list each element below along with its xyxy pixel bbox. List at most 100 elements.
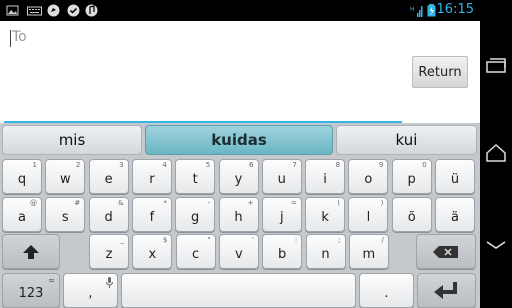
battery-icon (427, 4, 436, 17)
key-hint: 2 (75, 161, 81, 169)
back-icon[interactable] (484, 233, 508, 257)
suggestion-3[interactable]: kui (336, 125, 477, 155)
key-p[interactable]: p0 (391, 159, 432, 194)
key-label: y (234, 172, 243, 187)
suggestion-1[interactable]: mis (2, 125, 142, 155)
key-hint: ) (380, 199, 384, 207)
key-d[interactable]: d & (88, 197, 129, 232)
key-hint: 8 (335, 161, 341, 169)
key-hint: & (118, 199, 124, 207)
clock: 16:15 (436, 2, 474, 17)
key-v[interactable]: v ' (218, 234, 259, 269)
key-label: x (148, 247, 157, 262)
suggestion-2[interactable]: kuidas (145, 125, 333, 155)
key-j[interactable]: j = (261, 197, 302, 232)
key-hint: 0 (422, 161, 427, 169)
key-q[interactable]: q1 (2, 159, 42, 194)
text-cursor (10, 30, 11, 47)
key-m[interactable]: m / (348, 234, 389, 269)
key-ü[interactable]: ü (435, 159, 475, 194)
keyboard-icon (27, 6, 42, 16)
to-field[interactable]: To (4, 27, 402, 123)
message-composer: To Return (0, 21, 480, 123)
image-icon (6, 5, 19, 16)
key-o[interactable]: o9 (348, 159, 389, 194)
period-key-label: . (384, 286, 389, 301)
key-hint: ' (251, 236, 254, 244)
key-a[interactable]: a @ (2, 197, 42, 232)
key-i[interactable]: i8 (305, 159, 346, 194)
svg-text:H: H (410, 6, 415, 13)
key-õ[interactable]: õ (391, 197, 432, 232)
key-hint: @ (30, 199, 37, 207)
space-key[interactable] (121, 273, 356, 308)
home-icon[interactable] (484, 141, 508, 165)
key-hint: : (294, 236, 298, 244)
enter-arrow-icon (433, 281, 457, 299)
chat-icon (67, 4, 80, 17)
soft-keyboard: mis kuidas kui q1w2e3r4t5y6u7i8o9p0ü a @ s… (0, 123, 480, 308)
key-hint: 3 (119, 161, 124, 169)
numbers-key[interactable]: 123 ≈ (2, 273, 60, 308)
music-icon (85, 4, 98, 17)
key-label: b (278, 247, 287, 262)
key-label: a (18, 210, 26, 225)
key-hint: _ (120, 236, 125, 244)
key-k[interactable]: k( (305, 197, 346, 232)
comma-key[interactable]: , (63, 273, 118, 308)
key-f[interactable]: f * (131, 197, 172, 232)
key-label: r (149, 172, 155, 187)
key-label: ü (450, 172, 460, 187)
status-bar: H 16:15 (0, 0, 480, 21)
key-hint: = (290, 199, 297, 207)
key-label: k (321, 210, 329, 225)
key-label: v (235, 247, 243, 262)
key-hint: ; (338, 236, 341, 244)
key-hint: 6 (249, 161, 254, 169)
key-y[interactable]: y6 (218, 159, 259, 194)
key-t[interactable]: t5 (175, 159, 216, 194)
key-label: l (366, 210, 371, 225)
key-h[interactable]: h + (218, 197, 259, 232)
key-w[interactable]: w2 (45, 159, 86, 194)
swype-icon: ≈ (48, 276, 55, 285)
key-label: j (279, 210, 284, 225)
key-label: p (407, 172, 416, 187)
shift-arrow-icon (23, 244, 39, 259)
key-hint: ( (337, 199, 341, 207)
navigation-bar (480, 0, 512, 308)
period-key[interactable]: . (359, 273, 414, 308)
key-n[interactable]: n; (305, 234, 346, 269)
key-r[interactable]: r4 (131, 159, 172, 194)
key-g[interactable]: g- (175, 197, 216, 232)
enter-key[interactable] (417, 273, 476, 308)
key-l[interactable]: l) (348, 197, 389, 232)
recent-apps-icon[interactable] (484, 54, 508, 78)
key-c[interactable]: c " (175, 234, 216, 269)
backspace-icon (433, 245, 458, 258)
key-x[interactable]: x $ (132, 234, 173, 269)
key-hint: * (163, 199, 167, 207)
key-b[interactable]: b: (262, 234, 303, 269)
key-s[interactable]: s # (45, 197, 86, 232)
comma-key-label: , (88, 286, 93, 301)
key-hint: 5 (205, 161, 211, 169)
key-label: n (321, 247, 330, 262)
talk-icon (47, 4, 60, 17)
key-label: d (104, 210, 113, 225)
key-z[interactable]: z _ (89, 234, 129, 269)
key-e[interactable]: e3 (88, 159, 129, 194)
to-placeholder: To (12, 29, 27, 45)
key-label: c (192, 247, 200, 262)
key-label: e (104, 172, 113, 187)
key-hint: 9 (378, 161, 384, 169)
return-button[interactable]: Return (412, 56, 468, 88)
delete-key[interactable] (416, 234, 476, 269)
shift-key[interactable] (2, 234, 60, 269)
key-label: f (149, 210, 155, 225)
key-label: w (59, 172, 71, 187)
key-hint: - (207, 199, 211, 207)
key-u[interactable]: u7 (261, 159, 302, 194)
key-label: q (17, 172, 27, 187)
key-ä[interactable]: ä (435, 197, 475, 232)
